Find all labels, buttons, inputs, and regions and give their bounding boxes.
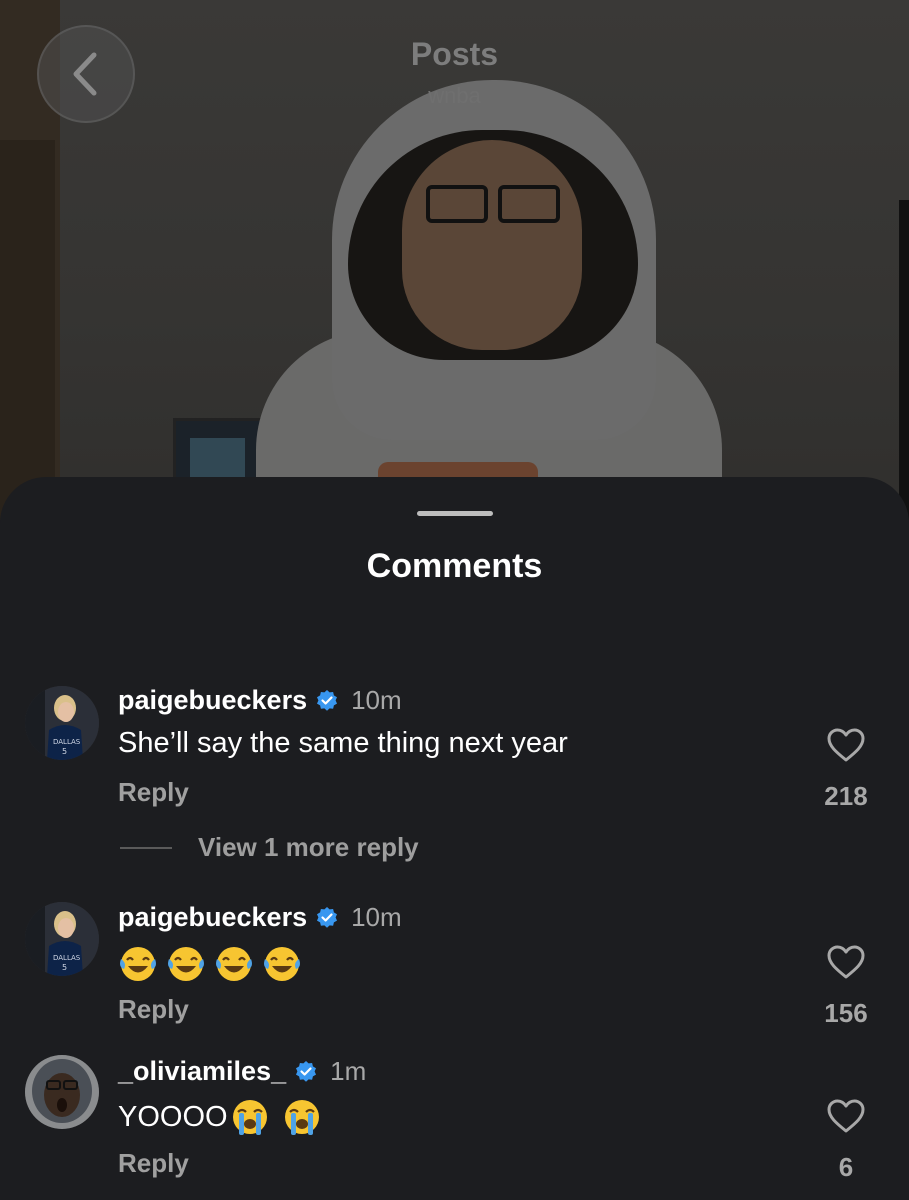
background-door-frame xyxy=(0,140,55,520)
glasses-left-lens xyxy=(426,185,488,223)
heart-outline-icon[interactable] xyxy=(826,727,866,763)
comments-sheet: Comments DALLAS 5 paigebueckers 10m She’… xyxy=(0,477,909,1200)
verified-badge-icon xyxy=(317,906,338,928)
comment-time: 10m xyxy=(351,902,402,932)
avatar-jersey-number: 5 xyxy=(62,747,67,756)
avatar-jersey-text: DALLAS xyxy=(53,954,81,962)
avatar-jersey-text: DALLAS xyxy=(53,738,81,746)
heart-outline-icon[interactable] xyxy=(826,1098,866,1134)
comment-username[interactable]: paigebueckers xyxy=(118,902,307,933)
verified-badge-icon xyxy=(296,1060,317,1082)
reply-button[interactable]: Reply xyxy=(118,777,189,808)
page-subtitle: wnba xyxy=(428,83,481,108)
comment-header: paigebueckers 10m xyxy=(118,685,402,716)
comment-text-row: YOOOO xyxy=(118,1097,330,1137)
comment-emoji-row xyxy=(118,943,310,983)
comment-text: YOOOO xyxy=(118,1100,228,1133)
comment-header: paigebueckers 10m xyxy=(118,902,402,933)
background-monitor-screen xyxy=(190,438,245,478)
avatar[interactable]: DALLAS 5 xyxy=(25,902,99,976)
comment-header: _oliviamiles_ 1m xyxy=(118,1056,366,1087)
avatar[interactable] xyxy=(25,1055,99,1129)
avatar-image: DALLAS 5 xyxy=(25,902,99,976)
comment-username[interactable]: paigebueckers xyxy=(118,685,307,716)
video-background xyxy=(0,0,909,520)
comment-time: 1m xyxy=(330,1056,367,1086)
view-more-replies-button[interactable]: View 1 more reply xyxy=(120,832,419,863)
view-more-replies-label: View 1 more reply xyxy=(198,832,419,862)
comment-text: She’ll say the same thing next year xyxy=(118,727,568,759)
face-with-tears-of-joy-icon xyxy=(120,947,156,981)
avatar-jersey-number: 5 xyxy=(62,963,67,972)
face-with-tears-of-joy-icon xyxy=(168,947,204,981)
loudly-crying-face-icon xyxy=(284,1100,319,1135)
reply-thread-line xyxy=(120,846,172,849)
heart-outline-icon[interactable] xyxy=(826,944,866,980)
comment-username[interactable]: _oliviamiles_ xyxy=(118,1056,286,1087)
reply-button[interactable]: Reply xyxy=(118,994,189,1025)
reply-button[interactable]: Reply xyxy=(118,1148,189,1179)
face-with-tears-of-joy-icon xyxy=(216,947,252,981)
sheet-drag-handle[interactable] xyxy=(417,511,493,516)
sheet-title: Comments xyxy=(366,547,543,585)
like-count: 156 xyxy=(824,998,868,1028)
glasses-right-lens xyxy=(498,185,560,223)
like-count: 6 xyxy=(838,1152,854,1182)
avatar-image xyxy=(25,1055,99,1129)
verified-badge-icon xyxy=(317,689,338,711)
person-face xyxy=(402,140,582,350)
comment-time: 10m xyxy=(351,685,402,715)
page-title: Posts xyxy=(410,36,499,72)
avatar[interactable]: DALLAS 5 xyxy=(25,686,99,760)
face-with-tears-of-joy-icon xyxy=(264,947,300,981)
like-count: 218 xyxy=(824,781,868,811)
avatar-image: DALLAS 5 xyxy=(25,686,99,760)
loudly-crying-face-icon xyxy=(232,1100,267,1135)
background-edge xyxy=(899,200,909,520)
